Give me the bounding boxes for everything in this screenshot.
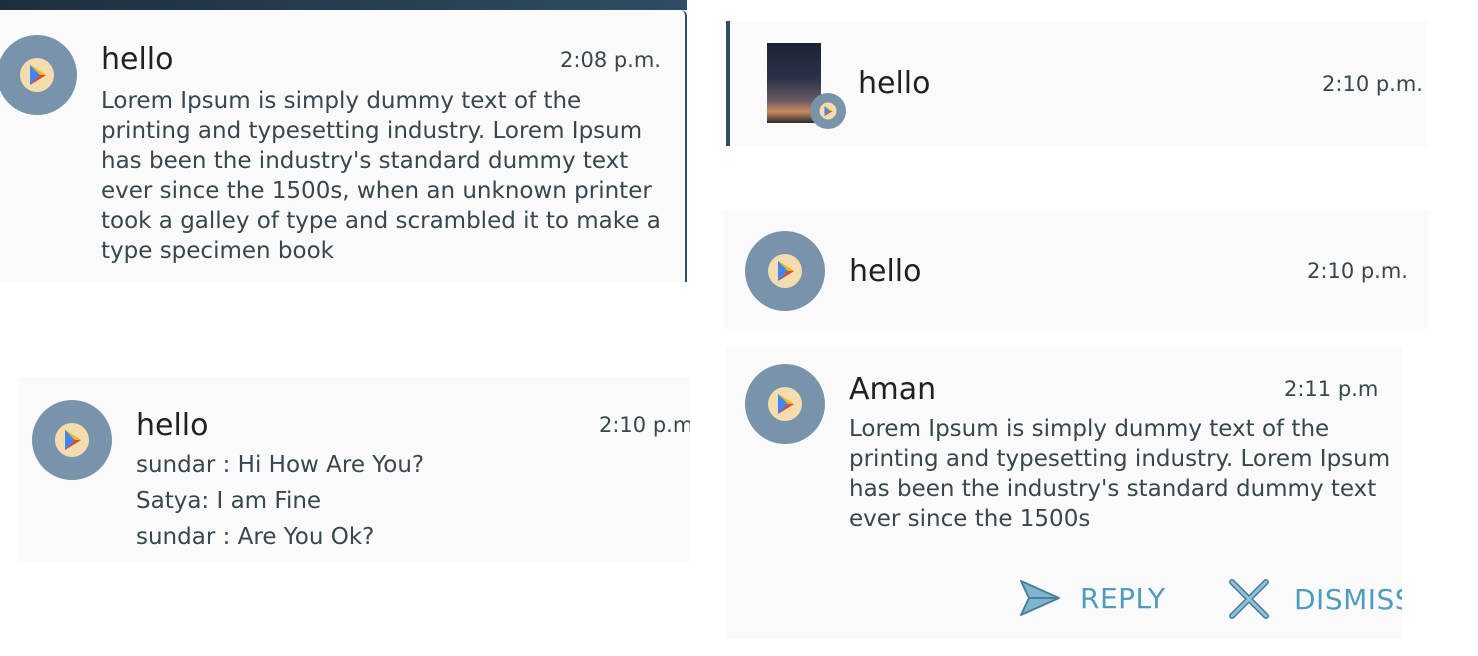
notification-card-simple[interactable]: hello 2:10 p.m. <box>724 210 1428 329</box>
notification-title: hello <box>136 408 209 443</box>
message-item: sundar : Hi How Are You? <box>136 452 425 478</box>
app-avatar <box>745 364 825 444</box>
notification-card-actions[interactable]: Aman 2:11 p.m Lorem Ipsum is simply dumm… <box>726 346 1402 639</box>
notification-time: 2:10 p.m. <box>1322 72 1423 96</box>
send-icon <box>1020 580 1060 616</box>
dismiss-button[interactable]: DISMISS <box>1228 578 1402 620</box>
notification-card-picture[interactable]: hello 2:10 p.m. <box>726 21 1427 146</box>
play-store-icon <box>20 58 54 92</box>
app-badge <box>810 93 846 129</box>
top-bar <box>0 0 687 10</box>
message-list: sundar : Hi How Are You? Satya: I am Fin… <box>136 447 424 555</box>
notification-card-bigtext[interactable]: hello 2:08 p.m. Lorem Ipsum is simply du… <box>0 10 687 282</box>
play-store-icon <box>768 254 802 288</box>
message-item: Satya: I am Fine <box>136 488 322 514</box>
notification-title: hello <box>101 42 174 77</box>
notification-title: hello <box>858 66 931 101</box>
notification-title: Aman <box>849 372 937 407</box>
notification-time: 2:11 p.m <box>1284 377 1379 401</box>
app-avatar <box>745 231 825 311</box>
app-avatar <box>32 400 112 480</box>
notification-time: 2:10 p.m. <box>1307 259 1408 283</box>
play-store-icon <box>819 102 837 120</box>
close-icon <box>1229 579 1269 619</box>
notification-body: Lorem Ipsum is simply dummy text of the … <box>101 88 661 264</box>
play-store-icon <box>55 423 89 457</box>
notification-title: hello <box>849 254 922 289</box>
notification-time: 2:08 p.m. <box>560 48 661 72</box>
message-item: sundar : Are You Ok? <box>136 524 375 550</box>
reply-button[interactable]: REPLY <box>1018 578 1166 618</box>
reply-label: REPLY <box>1080 581 1166 615</box>
dismiss-label: DISMISS <box>1294 582 1402 616</box>
app-avatar <box>0 35 77 115</box>
notification-card-messaging[interactable]: hello 2:10 p.m sundar : Hi How Are You? … <box>18 377 690 562</box>
notification-body: Lorem Ipsum is simply dummy text of the … <box>849 416 1391 532</box>
play-store-icon <box>768 387 802 421</box>
notification-time: 2:10 p.m <box>599 413 690 437</box>
